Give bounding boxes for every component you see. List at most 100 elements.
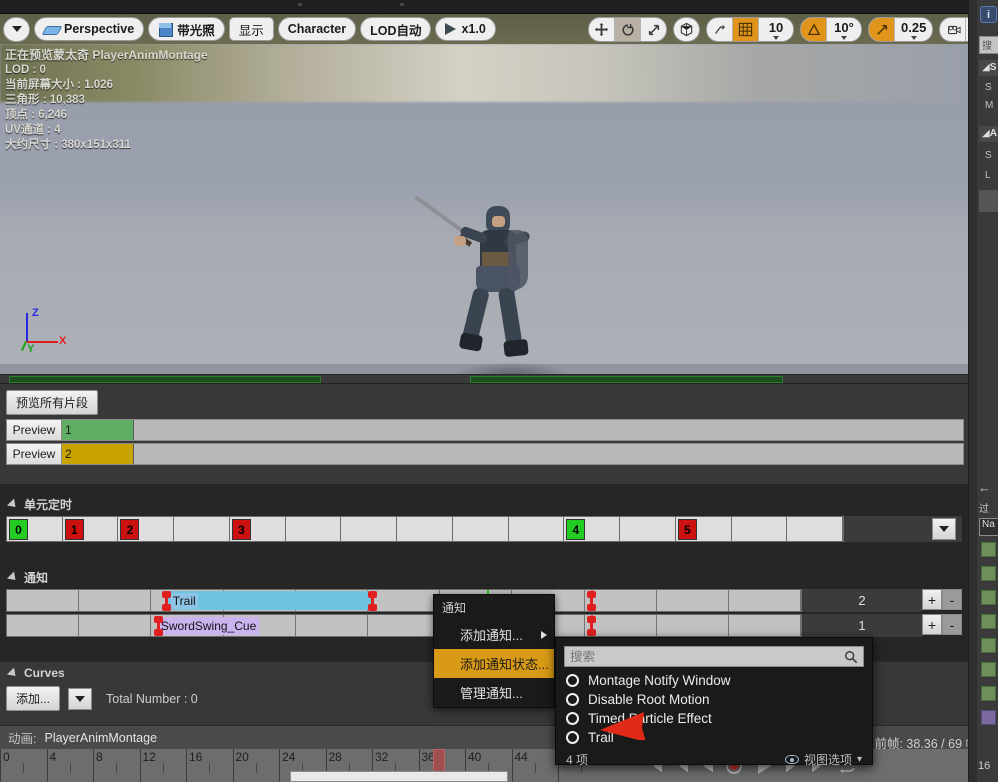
timing-cell[interactable] (174, 517, 230, 541)
section-header-notifies[interactable]: 通知 (0, 565, 968, 589)
asset-thumbnail[interactable] (981, 686, 996, 701)
notify-search-input[interactable] (570, 649, 844, 664)
show-menu-button[interactable]: 显示 (228, 17, 274, 41)
timing-cell[interactable] (787, 517, 844, 541)
notify-cell[interactable] (656, 590, 729, 611)
notify-label-chip[interactable]: SwordSwing_Cue (157, 617, 260, 635)
playrate-button[interactable]: x1.0 (435, 17, 496, 41)
notify-search-box[interactable] (564, 646, 864, 667)
notify-state-option-trail[interactable]: Trail (556, 728, 872, 747)
lod-menu-button[interactable]: LOD自动 (360, 17, 432, 41)
notify-state-option-disable-root-motion[interactable]: Disable Root Motion (556, 690, 872, 709)
asset-thumbnail[interactable] (981, 614, 996, 629)
timing-cell[interactable]: 4 (564, 517, 621, 541)
preview-all-sections-button[interactable]: 预览所有片段 (6, 390, 99, 415)
sidebar-row-1[interactable]: S (979, 80, 998, 95)
world-space-button[interactable] (673, 17, 700, 42)
section-segment[interactable]: 1 (62, 420, 135, 440)
notify-cell[interactable] (79, 615, 152, 636)
sidebar-section-header-1[interactable]: ◢S (979, 60, 998, 76)
camera-speed-icon-button[interactable] (940, 18, 965, 41)
asset-thumbnail[interactable] (981, 638, 996, 653)
notify-cell[interactable] (656, 615, 729, 636)
sidebar-row-4[interactable]: L (979, 168, 998, 183)
add-curve-dropdown-button[interactable] (68, 687, 93, 710)
asset-thumbnail[interactable] (981, 566, 996, 581)
grid-snap-toggle[interactable] (733, 18, 758, 41)
notify-cell[interactable] (7, 615, 80, 636)
timing-cell[interactable]: 5 (675, 517, 732, 541)
notify-cell[interactable] (295, 615, 368, 636)
add-notify-track-button[interactable]: + (922, 614, 942, 635)
viewport-menu-button[interactable] (3, 16, 30, 42)
context-menu-item-add-notify[interactable]: 添加通知... (434, 620, 554, 649)
context-menu-item-add-notify-state[interactable]: 添加通知状态... (434, 649, 573, 678)
timing-cell[interactable] (397, 517, 453, 541)
timing-marker[interactable]: 4 (566, 519, 586, 540)
sidebar-row-2[interactable]: M (979, 98, 998, 113)
section-header-timing[interactable]: 单元定时 (0, 492, 968, 516)
name-field[interactable]: Na (979, 518, 998, 536)
asset-thumbnail[interactable] (981, 710, 996, 725)
add-notify-track-button[interactable]: + (922, 589, 942, 610)
notify-cell[interactable] (367, 590, 441, 611)
details-search-input[interactable]: 搜 (979, 36, 998, 54)
notify-start-pin[interactable] (161, 591, 171, 611)
timing-dropdown-button[interactable] (932, 518, 956, 540)
scale-snap-toggle[interactable] (869, 18, 894, 41)
notify-name-label[interactable]: Trail (170, 593, 198, 609)
sidebar-section-header-2[interactable]: ◢A (979, 126, 998, 142)
lit-mode-button[interactable]: 带光照 (148, 17, 225, 41)
montage-strip-segment-1[interactable] (9, 376, 321, 383)
translate-tool-button[interactable] (589, 18, 614, 41)
rotate-tool-button[interactable] (615, 18, 640, 41)
timing-cell[interactable]: 3 (229, 517, 286, 541)
notify-state-option-timed-particle-effect[interactable]: Timed Particle Effect (556, 709, 872, 728)
scale-tool-button[interactable] (641, 18, 666, 41)
notify-end-pin[interactable] (368, 591, 378, 611)
angle-snap-toggle[interactable] (801, 18, 826, 41)
view-options-button[interactable]: 视图选项 ▾ (784, 751, 862, 768)
montage-strip-segment-2[interactable] (470, 376, 783, 383)
asset-thumbnail[interactable] (981, 590, 996, 605)
notify-track[interactable]: Trail (6, 589, 802, 612)
timing-cell[interactable] (285, 517, 342, 541)
angle-snap-value[interactable]: 10° (827, 18, 861, 41)
scale-snap-value[interactable]: 0.25 (895, 18, 933, 41)
surface-snap-button[interactable] (707, 18, 732, 41)
timing-cell[interactable] (620, 517, 676, 541)
timing-marker[interactable]: 5 (677, 519, 697, 540)
notify-extra-pin[interactable] (586, 591, 596, 611)
remove-notify-track-button[interactable]: - (942, 614, 962, 635)
section-track[interactable]: 1 (62, 419, 964, 441)
sidebar-row-3[interactable]: S (979, 148, 998, 163)
timing-cell[interactable] (508, 517, 565, 541)
back-arrow-icon[interactable]: ← (978, 480, 998, 495)
notify-track[interactable]: SwordSwing_Cue (6, 614, 802, 637)
notify-cell[interactable] (728, 615, 801, 636)
timing-cell[interactable]: 2 (118, 517, 175, 541)
notify-cell[interactable] (367, 615, 441, 636)
notify-cell[interactable] (79, 590, 152, 611)
character-menu-button[interactable]: Character (277, 17, 357, 41)
remove-notify-track-button[interactable]: - (942, 589, 962, 610)
section-timing-track[interactable]: 0 1 2 3 4 5 (6, 516, 844, 542)
timing-cell[interactable] (452, 517, 509, 541)
timing-cell[interactable]: 0 (7, 517, 63, 541)
timing-cell[interactable]: 1 (62, 517, 119, 541)
timing-marker[interactable]: 3 (231, 519, 251, 540)
preview-section-button[interactable]: Preview (6, 419, 62, 441)
asset-thumbnail[interactable] (981, 542, 996, 557)
section-track[interactable]: 2 (62, 443, 964, 465)
add-curve-button[interactable]: 添加... (6, 686, 61, 711)
timing-cell[interactable] (731, 517, 788, 541)
grid-snap-value[interactable]: 10 (759, 18, 793, 41)
notify-cell[interactable] (728, 590, 801, 611)
timing-marker[interactable]: 0 (9, 519, 28, 540)
details-info-icon[interactable]: i (980, 6, 997, 23)
preview-section-button[interactable]: Preview (6, 443, 62, 465)
timing-marker[interactable]: 1 (64, 519, 84, 540)
notify-pin[interactable] (586, 616, 596, 636)
notify-cell[interactable] (7, 590, 80, 611)
context-menu-item-manage-notifies[interactable]: 管理通知... (434, 678, 554, 707)
